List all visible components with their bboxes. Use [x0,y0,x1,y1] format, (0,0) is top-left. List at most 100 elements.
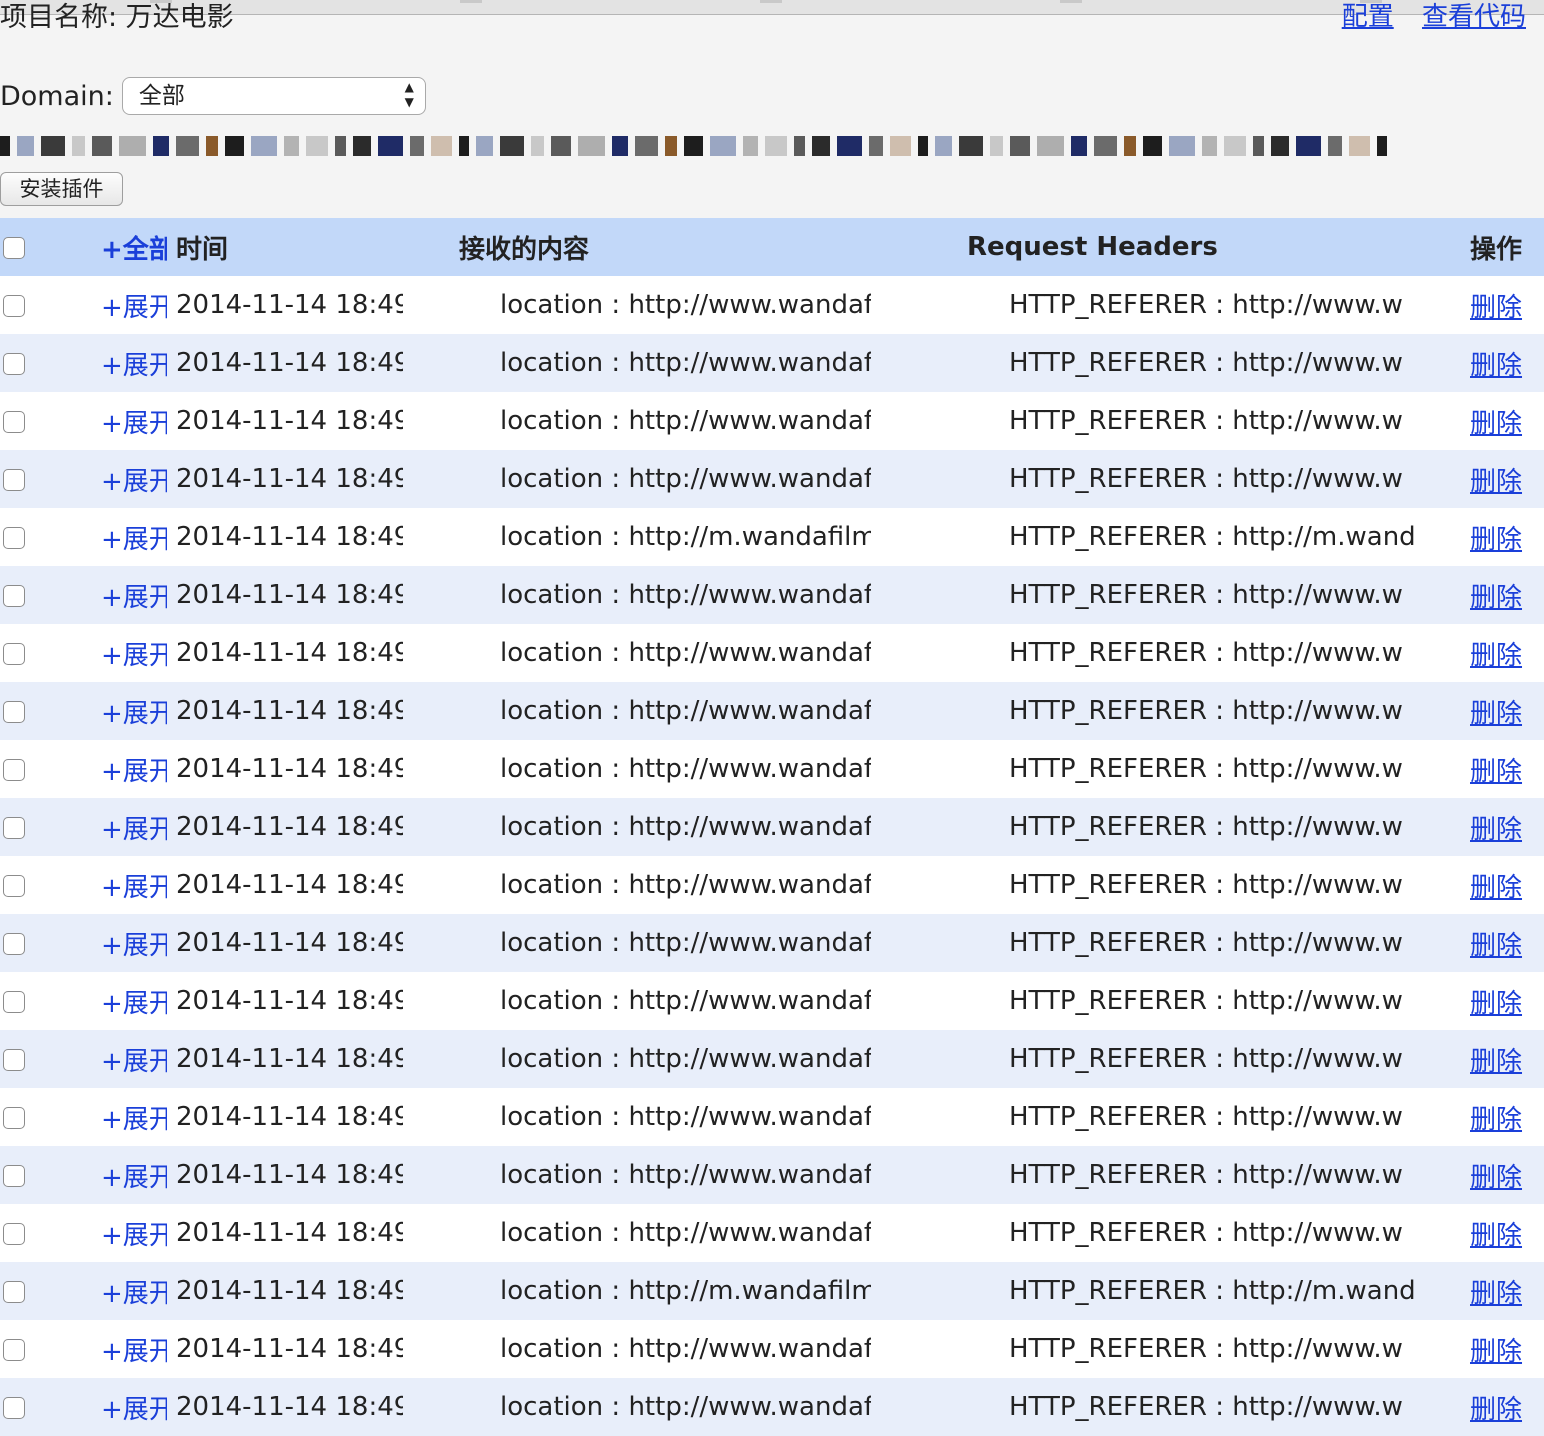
redaction-block [459,136,469,156]
row-delete-link[interactable]: 删除 [1470,641,1522,671]
row-content: location : http://www.wandafilm.c [500,464,871,494]
row-delete-link[interactable]: 删除 [1470,525,1522,555]
row-expand-link[interactable]: +展开 [101,1337,167,1367]
row-delete-link[interactable]: 删除 [1470,931,1522,961]
row-time: 2014-11-14 18:49:23 [176,812,403,842]
row-checkbox[interactable] [3,1164,25,1187]
row-checkbox[interactable] [3,1338,25,1361]
row-expand-link[interactable]: +展开 [101,1395,167,1425]
row-checkbox[interactable] [3,932,25,955]
row-delete-link[interactable]: 删除 [1470,989,1522,1019]
redaction-block [684,136,703,156]
row-delete-link[interactable]: 删除 [1470,293,1522,323]
row-delete-link[interactable]: 删除 [1470,467,1522,497]
row-expand-link[interactable]: +展开 [101,1279,167,1309]
row-request-headers: HTTP_REFERER : http://www.w [1009,1218,1403,1248]
row-request-headers: HTTP_REFERER : http://www.w [1009,638,1403,668]
row-delete-link[interactable]: 删除 [1470,1337,1522,1367]
select-all-checkbox[interactable] [3,236,25,259]
col-header-request-headers: Request Headers [967,232,1218,262]
expand-all-link[interactable]: +全部 [101,235,167,265]
redaction-block [531,136,544,156]
row-expand-link[interactable]: +展开 [101,293,167,323]
row-checkbox[interactable] [3,816,25,839]
row-request-headers: HTTP_REFERER : http://www.w [1009,754,1403,784]
row-checkbox[interactable] [3,410,25,433]
table-row: +展开 2014-11-14 18:49:36 location : http://… [0,334,1544,392]
row-expand-link[interactable]: +展开 [101,1105,167,1135]
redaction-block [1202,136,1217,156]
row-content: location : http://www.wandafilm.c [500,696,871,726]
row-checkbox[interactable] [3,874,25,897]
row-delete-link[interactable]: 删除 [1470,351,1522,381]
row-checkbox[interactable] [3,758,25,781]
config-link[interactable]: 配置 [1342,2,1394,32]
row-checkbox[interactable] [3,1280,25,1303]
row-checkbox[interactable] [3,294,25,317]
row-delete-link[interactable]: 删除 [1470,1047,1522,1077]
row-select-cell [0,682,36,740]
row-delete-link[interactable]: 删除 [1470,1105,1522,1135]
row-expand-link[interactable]: +展开 [101,873,167,903]
redaction-block [1349,136,1370,156]
domain-label: Domain: [0,80,114,112]
row-checkbox[interactable] [3,642,25,665]
row-delete-link[interactable]: 删除 [1470,409,1522,439]
row-content: location : http://m.wandafilm.com/ [500,522,871,552]
row-checkbox[interactable] [3,1396,25,1419]
row-time: 2014-11-14 18:49:11 [176,1334,403,1364]
redaction-block [1296,136,1321,156]
row-checkbox[interactable] [3,584,25,607]
row-checkbox[interactable] [3,1106,25,1129]
redaction-block [1037,136,1064,156]
row-content: location : http://www.wandafilm.c [500,290,871,320]
row-expand-link[interactable]: +展开 [101,409,167,439]
row-delete-link[interactable]: 删除 [1470,815,1522,845]
row-delete-link[interactable]: 删除 [1470,1279,1522,1309]
row-checkbox[interactable] [3,468,25,491]
row-expand-link[interactable]: +展开 [101,1221,167,1251]
row-expand-link[interactable]: +展开 [101,583,167,613]
view-code-link[interactable]: 查看代码 [1422,2,1526,32]
row-delete-link[interactable]: 删除 [1470,699,1522,729]
redaction-block [710,136,736,156]
row-select-cell [0,1088,36,1146]
row-expand-link[interactable]: +展开 [101,931,167,961]
project-title: 项目名称: 万达电影 [0,2,234,33]
row-delete-link[interactable]: 删除 [1470,757,1522,787]
redaction-block [1224,136,1246,156]
row-expand-link[interactable]: +展开 [101,641,167,671]
row-checkbox[interactable] [3,700,25,723]
install-plugin-button[interactable]: 安装插件 [0,172,123,206]
row-content: location : http://www.wandafilm.c [500,870,871,900]
row-select-cell [0,1030,36,1088]
row-checkbox[interactable] [3,526,25,549]
table-row: +展开 2014-11-14 18:49:21 location : http://… [0,914,1544,972]
redaction-block [794,136,805,156]
row-time: 2014-11-14 18:49:34 [176,464,403,494]
row-delete-link[interactable]: 删除 [1470,1163,1522,1193]
row-checkbox[interactable] [3,1222,25,1245]
select-arrows-icon: ▲ ▼ [404,80,414,109]
row-delete-link[interactable]: 删除 [1470,1221,1522,1251]
row-expand-link[interactable]: +展开 [101,989,167,1019]
row-expand-link[interactable]: +展开 [101,757,167,787]
row-expand-link[interactable]: +展开 [101,525,167,555]
row-checkbox[interactable] [3,990,25,1013]
domain-select[interactable]: 全部 ▲ ▼ [121,77,426,115]
row-expand-link[interactable]: +展开 [101,351,167,381]
row-checkbox[interactable] [3,352,25,375]
table-row: +展开 2014-11-14 18:49:41 location : http://… [0,276,1544,334]
row-checkbox[interactable] [3,1048,25,1071]
row-request-headers: HTTP_REFERER : http://m.wand [1009,522,1416,552]
row-expand-link[interactable]: +展开 [101,815,167,845]
row-expand-link[interactable]: +展开 [101,1163,167,1193]
row-expand-link[interactable]: +展开 [101,1047,167,1077]
row-expand-link[interactable]: +展开 [101,467,167,497]
row-delete-link[interactable]: 删除 [1470,873,1522,903]
row-expand-link[interactable]: +展开 [101,699,167,729]
row-delete-link[interactable]: 删除 [1470,583,1522,613]
row-delete-link[interactable]: 删除 [1470,1395,1522,1425]
table-row: +展开 2014-11-14 18:49:15 location : http://… [0,1088,1544,1146]
redaction-block [0,136,10,156]
